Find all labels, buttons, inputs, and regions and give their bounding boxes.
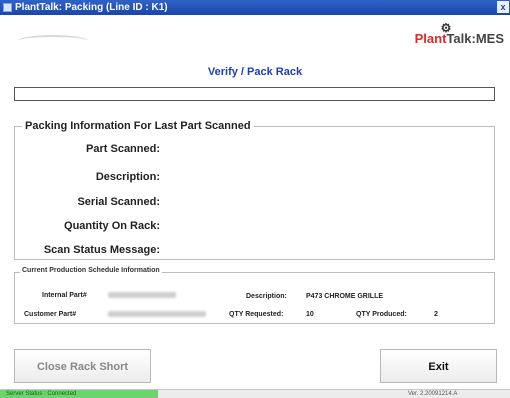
packing-info-legend: Packing Information For Last Part Scanne… [22,120,254,132]
exit-button[interactable]: Exit [380,349,497,383]
scan-input[interactable] [14,87,495,101]
logo-swoosh [18,35,88,47]
version-text: Ver. 2.20091214.A [408,391,458,397]
close-rack-short-button[interactable]: Close Rack Short [14,349,151,383]
logo-text-talk-mes: Talk:MES [446,31,504,46]
internal-part-value [108,292,176,300]
qty-produced-value: 2 [434,311,438,318]
company-logo [18,33,88,47]
customer-part-value [108,311,206,319]
window-titlebar[interactable]: PlantTalk: Packing (Line ID : K1) x [0,0,510,15]
planttalk-logo: ⚙ PlantTalk:MES [415,21,504,46]
quantity-on-rack-label: Quantity On Rack: [64,220,160,232]
window-title: PlantTalk: Packing (Line ID : K1) [15,2,168,13]
sched-description-value: P473 CHROME GRILLE [306,293,384,300]
description-label: Description: [95,171,160,183]
scan-status-message-label: Scan Status Message: [43,244,160,256]
server-status: Server Status : Connected [0,390,158,398]
header: ⚙ PlantTalk:MES [0,15,510,63]
qty-requested-value: 10 [306,311,314,318]
schedule-info-legend: Current Production Schedule Information [20,267,162,274]
qty-requested-label: QTY Requested: [229,311,284,318]
gear-icon: ⚙ [440,21,452,35]
status-bar: Server Status : Connected Ver. 2.2009121… [0,389,510,398]
close-icon[interactable]: x [497,1,509,13]
qty-produced-label: QTY Produced: [356,311,407,318]
serial-scanned-label: Serial Scanned: [77,196,160,208]
sched-description-label: Description: [246,293,287,300]
page-title: Verify / Pack Rack [207,66,303,78]
internal-part-label: Internal Part# [42,292,87,299]
customer-part-label: Customer Part# [24,311,77,318]
part-scanned-label: Part Scanned: [86,143,160,155]
app-icon [3,3,12,12]
